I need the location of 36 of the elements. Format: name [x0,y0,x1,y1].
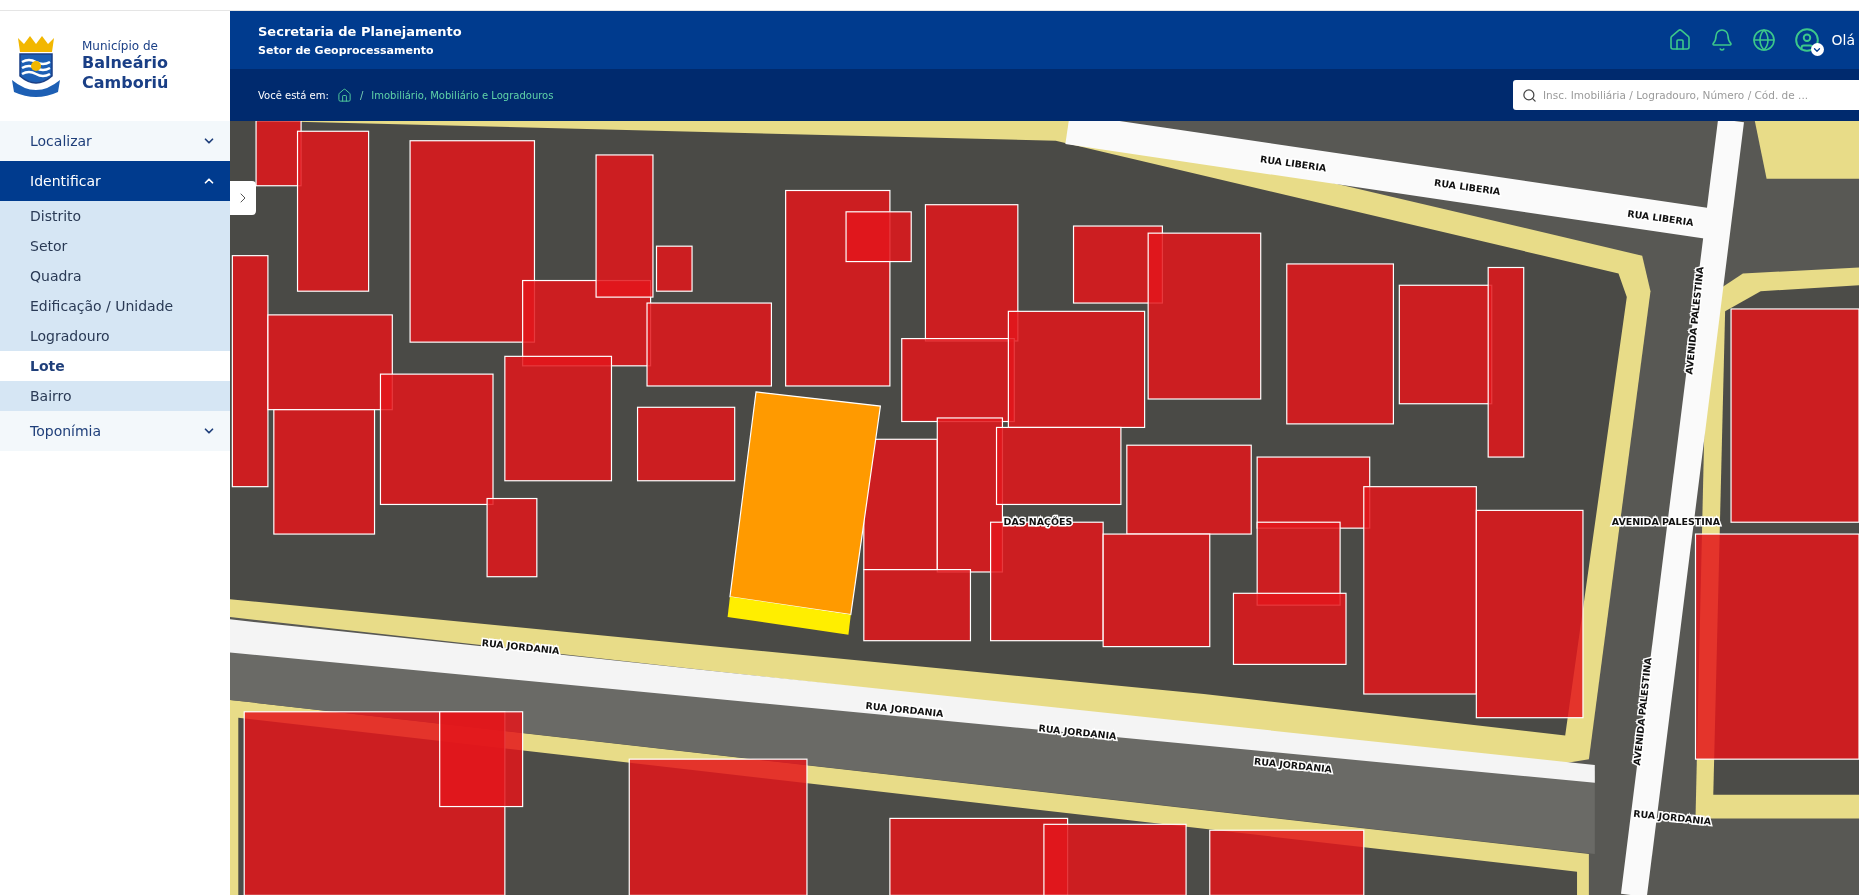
street-label: RUA JORDANIA [1038,722,1117,742]
municipality-label: Município de [82,39,159,53]
bell-icon[interactable] [1709,28,1734,52]
sidebar-menu-item[interactable]: Identificar [0,161,230,201]
sidebar-subitem[interactable]: Edificação / Unidade [0,291,230,321]
sidebar-menu-item[interactable]: Localizar [0,121,230,161]
header-title: Secretaria de Planejamento [258,23,463,39]
header-subtitle: Setor de Geoprocessamento [258,43,435,57]
home-icon[interactable] [1667,28,1692,52]
city-name: Camboriú [82,73,169,93]
sidebar-subitem[interactable]: Bairro [0,381,230,411]
street-label: RUA LIBERIA [1626,207,1695,228]
city-name: Balneário [82,53,169,73]
street-label: RUA LIBERIA [1259,153,1327,174]
search-field[interactable]: Insc. Imobiliária / Logradouro, Número / Cód. de ... [1513,80,1859,110]
breadcrumb-label: Você está em: [258,89,329,101]
sidebar-subitem[interactable]: Quadra [0,261,230,291]
street-label: AVENIDA PALESTINA [1683,266,1706,375]
globe-icon[interactable] [1751,28,1776,52]
breadcrumb-separator: / [359,89,364,101]
panel-toggle-button[interactable] [230,181,256,215]
street-label: RUA JORDANIA [1632,807,1712,827]
search-icon [1522,88,1537,103]
breadcrumb-link[interactable]: Imobiliário, Mobiliário e Logradouros [371,89,554,101]
street-label: RUA LIBERIA [1433,176,1502,198]
sidebar-menu-item[interactable]: Toponímia [0,411,230,451]
street-label: RUA JORDANIA [865,699,944,720]
sidebar-subitem[interactable]: Distrito [0,201,230,231]
street-label: RUA JORDANIA [1253,755,1333,775]
home-icon[interactable] [336,87,352,103]
user-greeting: Olá [1831,32,1855,48]
sidebar-subitem[interactable]: Setor [0,231,230,261]
street-label: RUA JORDANIA [481,637,561,657]
coat-of-arms-icon [10,34,62,98]
street-label: AVENIDA PALESTINA [1631,656,1654,766]
sidebar-subitem[interactable]: Logradouro [0,321,230,351]
